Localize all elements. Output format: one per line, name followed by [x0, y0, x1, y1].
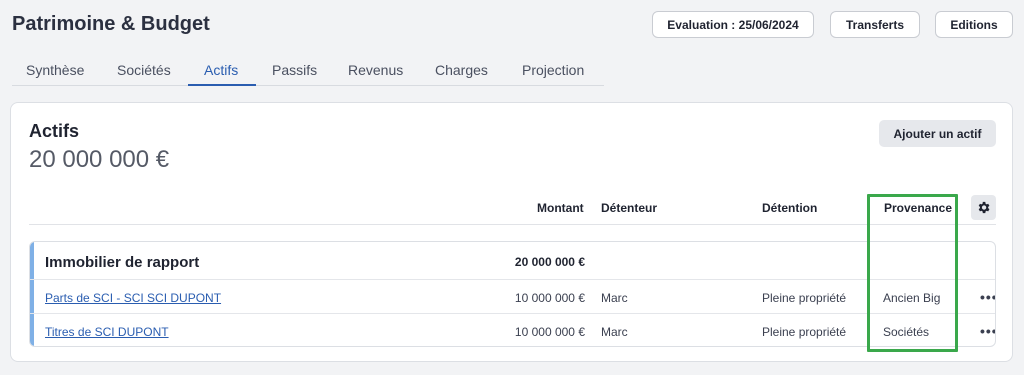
row-more-menu-icon[interactable]: •••: [980, 323, 995, 339]
add-asset-button[interactable]: Ajouter un actif: [879, 120, 996, 147]
table-row: Titres de SCI DUPONT 10 000 000 € Marc P…: [30, 314, 995, 346]
tab-societes[interactable]: Sociétés: [117, 62, 171, 78]
tab-charges[interactable]: Charges: [435, 62, 488, 78]
asset-holder: Marc: [601, 325, 628, 339]
asset-detention: Pleine propriété: [762, 325, 847, 339]
group-amount: 20 000 000 €: [514, 255, 585, 269]
header-divider: [29, 224, 996, 225]
column-header-provenance[interactable]: Provenance: [884, 201, 952, 215]
assets-total: 20 000 000 €: [29, 146, 170, 173]
column-header-amount[interactable]: Montant: [537, 201, 584, 215]
assets-title: Actifs: [29, 121, 80, 141]
assets-card: Actifs 20 000 000 € Ajouter un actif Mon…: [10, 102, 1013, 362]
page-title: Patrimoine & Budget: [12, 13, 210, 35]
tab-synthese[interactable]: Synthèse: [26, 62, 84, 78]
asset-name-link[interactable]: Parts de SCI - SCI SCI DUPONT: [45, 291, 221, 305]
tab-revenus[interactable]: Revenus: [348, 62, 403, 78]
table-row: Parts de SCI - SCI SCI DUPONT 10 000 000…: [30, 280, 995, 314]
column-header-detention[interactable]: Détention: [762, 201, 817, 215]
group-header-row: Immobilier de rapport 20 000 000 €: [30, 242, 995, 280]
tab-projection[interactable]: Projection: [522, 62, 584, 78]
active-tab-indicator: [188, 84, 256, 86]
asset-provenance: Sociétés: [883, 325, 930, 339]
row-more-menu-icon[interactable]: •••: [980, 289, 995, 305]
asset-holder: Marc: [601, 291, 628, 305]
tab-passifs[interactable]: Passifs: [272, 62, 317, 78]
group-title: Immobilier de rapport: [45, 254, 200, 271]
evaluation-date-button[interactable]: Evaluation : 25/06/2024: [652, 11, 814, 38]
asset-name-link[interactable]: Titres de SCI DUPONT: [45, 325, 169, 339]
column-settings-button[interactable]: [971, 195, 996, 220]
asset-amount: 10 000 000 €: [514, 291, 585, 305]
transfers-button[interactable]: Transferts: [830, 11, 920, 38]
asset-detention: Pleine propriété: [762, 291, 847, 305]
asset-amount: 10 000 000 €: [514, 325, 585, 339]
asset-group-immobilier: Immobilier de rapport 20 000 000 € Parts…: [29, 241, 996, 347]
column-header-holder[interactable]: Détenteur: [601, 201, 657, 215]
tab-bar: Synthèse Sociétés Actifs Passifs Revenus…: [12, 58, 604, 86]
tab-actifs[interactable]: Actifs: [204, 62, 238, 78]
asset-provenance: Ancien Big: [883, 291, 941, 305]
editions-button[interactable]: Editions: [935, 11, 1013, 38]
gear-icon: [978, 201, 990, 214]
